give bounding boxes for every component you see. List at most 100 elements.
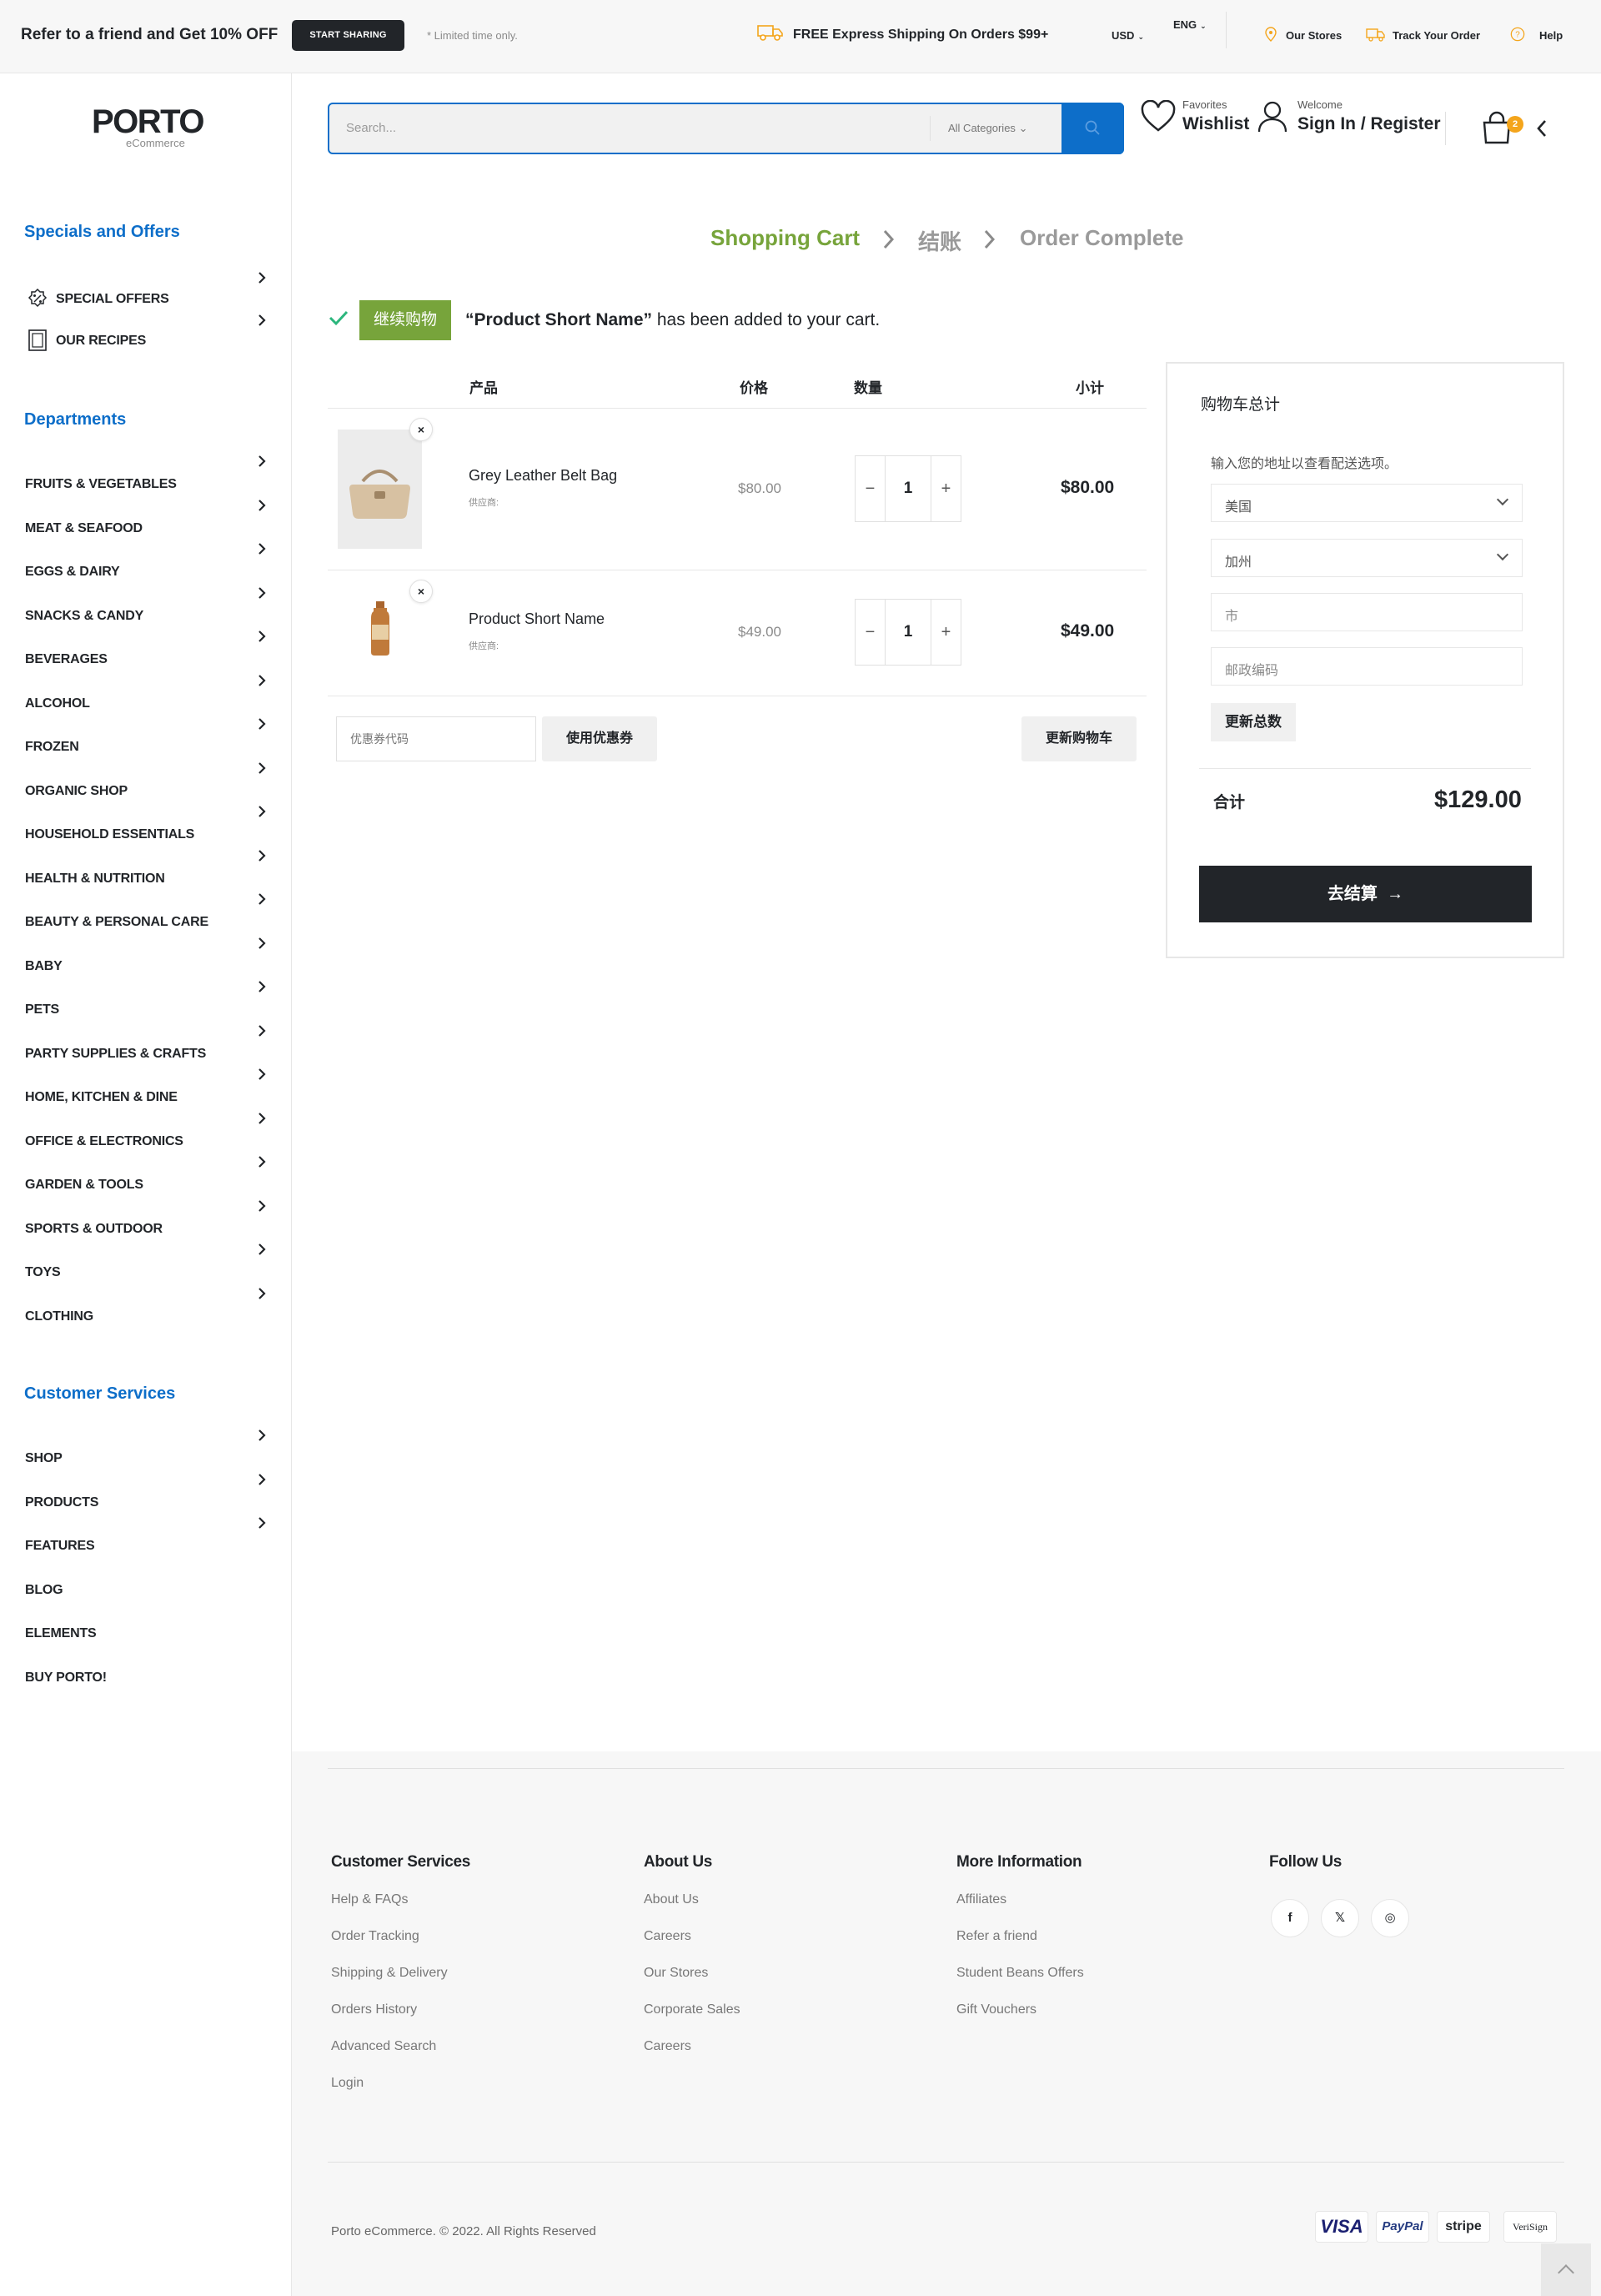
city-field[interactable]: 市 [1211,593,1523,631]
facebook-icon[interactable]: f [1271,1899,1309,1937]
sidebar-item-service[interactable]: PRODUCTS [25,1495,98,1510]
footer-link[interactable]: Affiliates [956,1892,1006,1907]
update-cart-button[interactable]: 更新购物车 [1021,716,1137,761]
sidebar-item-service[interactable]: ELEMENTS [25,1626,97,1641]
start-sharing-button[interactable]: START SHARING [292,20,404,51]
sidebar-item-service[interactable]: FEATURES [25,1539,95,1554]
sidebar-item-department[interactable]: BEVERAGES [25,652,108,667]
footer-link[interactable]: Refer a friend [956,1929,1037,1944]
qty-input[interactable]: 1 [886,600,931,665]
product-name[interactable]: Grey Leather Belt Bag [469,467,617,485]
zip-field[interactable]: 邮政编码 [1211,647,1523,686]
sidebar-item-department[interactable]: PARTY SUPPLIES & CRAFTS [25,1047,206,1062]
sidebar-item-special-offers[interactable]: SPECIAL OFFERS [56,292,169,307]
product-image-drink[interactable] [338,591,422,662]
chevron-right-icon[interactable] [256,1243,268,1255]
chevron-right-icon[interactable] [256,1429,268,1441]
sidebar-item-department[interactable]: FRUITS & VEGETABLES [25,477,177,492]
sidebar-item-department[interactable]: GARDEN & TOOLS [25,1178,143,1193]
sidebar-item-department[interactable]: TOYS [25,1265,61,1280]
chevron-right-icon[interactable] [256,1288,268,1299]
wishlist-link[interactable]: Wishlist [1182,114,1249,134]
sidebar-item-department[interactable]: PETS [25,1002,59,1017]
help-link[interactable]: Help [1539,29,1563,42]
remove-item-button[interactable]: × [409,580,433,603]
x-twitter-icon[interactable]: 𝕏 [1321,1899,1359,1937]
chevron-right-icon[interactable] [256,937,268,949]
currency-selector[interactable]: USD ⌄ [1112,29,1144,42]
footer-link[interactable]: Shipping & Delivery [331,1966,448,1981]
footer-link[interactable]: Student Beans Offers [956,1966,1084,1981]
footer-link[interactable]: Advanced Search [331,2039,436,2054]
instagram-icon[interactable]: ◎ [1371,1899,1409,1937]
sidebar-item-department[interactable]: HOME, KITCHEN & DINE [25,1090,178,1105]
qty-input[interactable]: 1 [886,456,931,521]
chevron-right-icon[interactable] [256,272,268,284]
chevron-right-icon[interactable] [256,1474,268,1485]
category-select[interactable]: All Categories ⌄ [948,122,1027,135]
chevron-right-icon[interactable] [256,1068,268,1080]
sidebar-item-department[interactable]: MEAT & SEAFOOD [25,521,143,536]
qty-decrement-button[interactable]: − [856,600,886,665]
chevron-right-icon[interactable] [256,455,268,467]
footer-link[interactable]: Our Stores [644,1966,708,1981]
track-order-link[interactable]: Track Your Order [1393,29,1480,42]
sidebar-item-service[interactable]: BLOG [25,1583,63,1598]
qty-increment-button[interactable]: + [931,456,961,521]
chevron-right-icon[interactable] [256,500,268,511]
language-selector[interactable]: ENG ⌄ [1173,18,1207,31]
sidebar-item-department[interactable]: FROZEN [25,740,79,755]
chevron-left-icon[interactable] [1536,119,1548,138]
chevron-right-icon[interactable] [256,1200,268,1212]
remove-item-button[interactable]: × [409,418,433,441]
product-image-bag[interactable] [338,430,422,549]
footer-link[interactable]: About Us [644,1892,699,1907]
chevron-right-icon[interactable] [256,1517,268,1529]
footer-link[interactable]: Order Tracking [331,1929,419,1944]
sidebar-item-department[interactable]: EGGS & DAIRY [25,565,120,580]
chevron-right-icon[interactable] [256,850,268,862]
back-to-top-button[interactable] [1541,2243,1591,2296]
chevron-right-icon[interactable] [256,981,268,992]
sidebar-item-department[interactable]: ALCOHOL [25,696,90,711]
footer-link[interactable]: Gift Vouchers [956,2002,1036,2017]
chevron-right-icon[interactable] [256,762,268,774]
sidebar-item-department[interactable]: SPORTS & OUTDOOR [25,1222,163,1237]
chevron-right-icon[interactable] [256,806,268,817]
footer-link[interactable]: Login [331,2076,364,2091]
update-totals-button[interactable]: 更新总数 [1211,703,1296,741]
chevron-right-icon[interactable] [256,543,268,555]
qty-increment-button[interactable]: + [931,600,961,665]
apply-coupon-button[interactable]: 使用优惠券 [542,716,657,761]
checkout-button[interactable]: 去结算 → [1199,866,1532,922]
search-input[interactable]: Search... [346,121,396,135]
logo[interactable]: PORTO eCommerce [92,103,205,149]
sidebar-item-department[interactable]: OFFICE & ELECTRONICS [25,1134,183,1149]
footer-link[interactable]: Careers [644,2039,691,2054]
coupon-code-input[interactable] [336,716,536,761]
continue-shopping-button[interactable]: 继续购物 [359,300,451,340]
footer-link[interactable]: Help & FAQs [331,1892,408,1907]
product-name[interactable]: Product Short Name [469,610,605,628]
sidebar-item-department[interactable]: SNACKS & CANDY [25,609,143,624]
sidebar-item-department[interactable]: HOUSEHOLD ESSENTIALS [25,827,194,842]
sidebar-item-service[interactable]: SHOP [25,1451,63,1466]
sidebar-item-department[interactable]: BABY [25,959,63,974]
country-select[interactable]: 美国 [1211,484,1523,522]
sidebar-item-department[interactable]: BEAUTY & PERSONAL CARE [25,915,208,930]
chevron-right-icon[interactable] [256,1156,268,1168]
sidebar-item-department[interactable]: CLOTHING [25,1309,93,1324]
sidebar-item-service[interactable]: BUY PORTO! [25,1671,107,1686]
our-stores-link[interactable]: Our Stores [1286,29,1342,42]
chevron-right-icon[interactable] [256,718,268,730]
chevron-right-icon[interactable] [256,587,268,599]
chevron-right-icon[interactable] [256,631,268,642]
sidebar-item-department[interactable]: HEALTH & NUTRITION [25,872,165,887]
state-select[interactable]: 加州 [1211,539,1523,577]
sidebar-item-our-recipes[interactable]: OUR RECIPES [56,334,146,349]
sign-in-register-link[interactable]: Sign In / Register [1297,114,1441,134]
chevron-right-icon[interactable] [256,675,268,686]
chevron-right-icon[interactable] [256,893,268,905]
footer-link[interactable]: Orders History [331,2002,417,2017]
heart-icon[interactable] [1141,100,1176,133]
